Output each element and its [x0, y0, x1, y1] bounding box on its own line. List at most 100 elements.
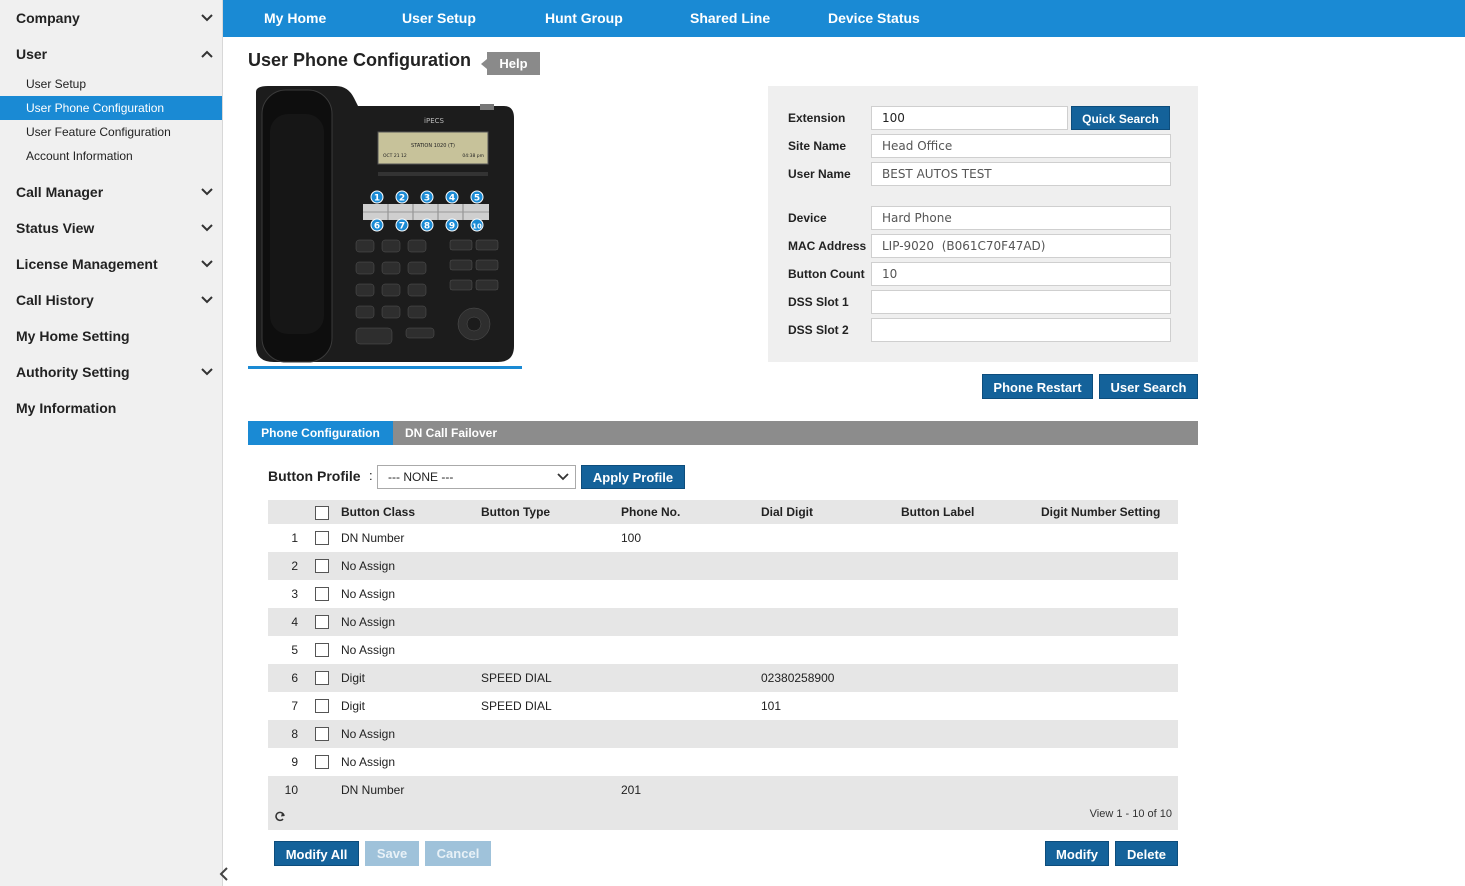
- phone-restart-button[interactable]: Phone Restart: [982, 374, 1093, 399]
- apply-profile-button[interactable]: Apply Profile: [581, 465, 685, 489]
- table-row[interactable]: 2 No Assign: [268, 552, 1178, 580]
- phone-button-number: 5: [474, 194, 480, 204]
- column-header-digit-number-setting[interactable]: Digit Number Setting: [1041, 500, 1160, 524]
- button-profile-select[interactable]: --- NONE ---: [377, 465, 576, 489]
- phone-screen-time: 04:38 pm: [462, 153, 484, 159]
- extension-label: Extension: [788, 111, 846, 125]
- sidebar-item-call-manager[interactable]: Call Manager: [0, 174, 222, 210]
- sidebar-subitem-account-information[interactable]: Account Information: [0, 144, 222, 168]
- quick-search-button[interactable]: Quick Search: [1071, 106, 1170, 130]
- sidebar-item-label: My Information: [16, 400, 117, 416]
- row-number: 3: [291, 587, 298, 601]
- column-header-button-label[interactable]: Button Label: [901, 500, 974, 524]
- row-checkbox[interactable]: [315, 671, 329, 685]
- row-number: 2: [291, 559, 298, 573]
- dial-digit-cell: 101: [761, 699, 782, 713]
- tab-device-status[interactable]: Device Status: [828, 0, 920, 37]
- dial-digit-cell: 02380258900: [761, 671, 835, 685]
- phone-button-number: 7: [399, 222, 405, 232]
- select-all-checkbox[interactable]: [315, 506, 329, 520]
- table-row[interactable]: 10 DN Number 201: [268, 776, 1178, 804]
- row-checkbox[interactable]: [315, 531, 329, 545]
- sidebar-subitem-user-setup[interactable]: User Setup: [0, 72, 222, 96]
- row-number: 5: [291, 643, 298, 657]
- column-header-dial-digit[interactable]: Dial Digit: [761, 500, 813, 524]
- extension-input[interactable]: 100: [871, 106, 1068, 130]
- tab-user-setup[interactable]: User Setup: [402, 0, 476, 37]
- phone-button-number: 9: [449, 222, 455, 232]
- table-row[interactable]: 5 No Assign: [268, 636, 1178, 664]
- tab-dn-call-failover[interactable]: DN Call Failover: [393, 421, 509, 445]
- modify-button[interactable]: Modify: [1045, 841, 1109, 866]
- user-search-button[interactable]: User Search: [1099, 374, 1198, 399]
- sidebar-item-call-history[interactable]: Call History: [0, 282, 222, 318]
- button-class-cell: No Assign: [341, 559, 396, 573]
- sidebar-item-label: Call Manager: [16, 184, 104, 200]
- save-button[interactable]: Save: [365, 841, 419, 866]
- sidebar-item-my-home-setting[interactable]: My Home Setting: [0, 318, 222, 354]
- site-name-label: Site Name: [788, 139, 847, 153]
- help-button[interactable]: Help: [481, 52, 540, 75]
- user-subnav: User Setup User Phone Configuration User…: [0, 72, 222, 174]
- row-checkbox[interactable]: [315, 587, 329, 601]
- row-checkbox[interactable]: [315, 559, 329, 573]
- table-row[interactable]: 3 No Assign: [268, 580, 1178, 608]
- table-row[interactable]: 9 No Assign: [268, 748, 1178, 776]
- phone-button-number: 1: [374, 194, 380, 204]
- table-row[interactable]: 6 Digit SPEED DIAL 02380258900: [268, 664, 1178, 692]
- sidebar-item-authority-setting[interactable]: Authority Setting: [0, 354, 222, 390]
- top-navigation: My Home User Setup Hunt Group Shared Lin…: [223, 0, 1465, 37]
- button-grid: Button Class Button Type Phone No. Dial …: [268, 500, 1178, 804]
- pager-text: View 1 - 10 of 10: [1089, 808, 1172, 820]
- sidebar-item-status-view[interactable]: Status View: [0, 210, 222, 246]
- user-info-panel: Extension 100 Quick Search Site Name Hea…: [768, 86, 1198, 362]
- chevron-up-icon: [201, 50, 213, 58]
- delete-button[interactable]: Delete: [1115, 841, 1178, 866]
- grid-header: Button Class Button Type Phone No. Dial …: [268, 500, 1178, 524]
- collapse-sidebar-icon[interactable]: [217, 866, 231, 882]
- row-number: 10: [284, 783, 298, 797]
- sidebar-item-my-information[interactable]: My Information: [0, 390, 222, 426]
- sidebar: Company User User Setup User Phone Confi…: [0, 0, 223, 886]
- refresh-icon[interactable]: [274, 811, 286, 823]
- button-class-cell: No Assign: [341, 615, 396, 629]
- tab-shared-line[interactable]: Shared Line: [690, 0, 770, 37]
- table-row[interactable]: 1 DN Number 100: [268, 524, 1178, 552]
- page-title: User Phone Configuration: [248, 50, 472, 70]
- row-checkbox[interactable]: [315, 699, 329, 713]
- row-checkbox[interactable]: [315, 727, 329, 741]
- chevron-down-icon: [201, 224, 213, 232]
- row-number: 7: [291, 699, 298, 713]
- dss-slot-2-label: DSS Slot 2: [788, 323, 849, 337]
- button-class-cell: Digit: [341, 671, 366, 685]
- sidebar-item-company[interactable]: Company: [0, 0, 222, 36]
- column-header-button-type[interactable]: Button Type: [481, 500, 550, 524]
- cancel-button[interactable]: Cancel: [425, 841, 491, 866]
- column-header-phone-no[interactable]: Phone No.: [621, 500, 680, 524]
- sidebar-item-user[interactable]: User: [0, 36, 222, 72]
- phone-button-number: 8: [424, 222, 430, 232]
- table-row[interactable]: 7 Digit SPEED DIAL 101: [268, 692, 1178, 720]
- column-header-button-class[interactable]: Button Class: [341, 500, 415, 524]
- sidebar-subitem-user-feature-configuration[interactable]: User Feature Configuration: [0, 120, 222, 144]
- tab-my-home[interactable]: My Home: [264, 0, 326, 37]
- user-name-label: User Name: [788, 167, 851, 181]
- modify-all-button[interactable]: Modify All: [274, 841, 359, 866]
- row-checkbox[interactable]: [315, 755, 329, 769]
- phone-no-cell: 201: [621, 783, 642, 797]
- table-row[interactable]: 8 No Assign: [268, 720, 1178, 748]
- button-class-cell: No Assign: [341, 643, 396, 657]
- row-checkbox[interactable]: [315, 643, 329, 657]
- chevron-down-icon: [201, 14, 213, 22]
- sidebar-item-label: Authority Setting: [16, 364, 130, 380]
- tab-hunt-group[interactable]: Hunt Group: [545, 0, 623, 37]
- table-row[interactable]: 4 No Assign: [268, 608, 1178, 636]
- phone-brand: iPECS: [424, 117, 444, 125]
- sidebar-subitem-user-phone-configuration[interactable]: User Phone Configuration: [0, 96, 222, 120]
- chevron-down-icon: [201, 296, 213, 304]
- sidebar-item-license-management[interactable]: License Management: [0, 246, 222, 282]
- row-checkbox[interactable]: [315, 615, 329, 629]
- button-class-cell: Digit: [341, 699, 366, 713]
- dss-slot-1-label: DSS Slot 1: [788, 295, 849, 309]
- tab-phone-configuration[interactable]: Phone Configuration: [248, 421, 393, 445]
